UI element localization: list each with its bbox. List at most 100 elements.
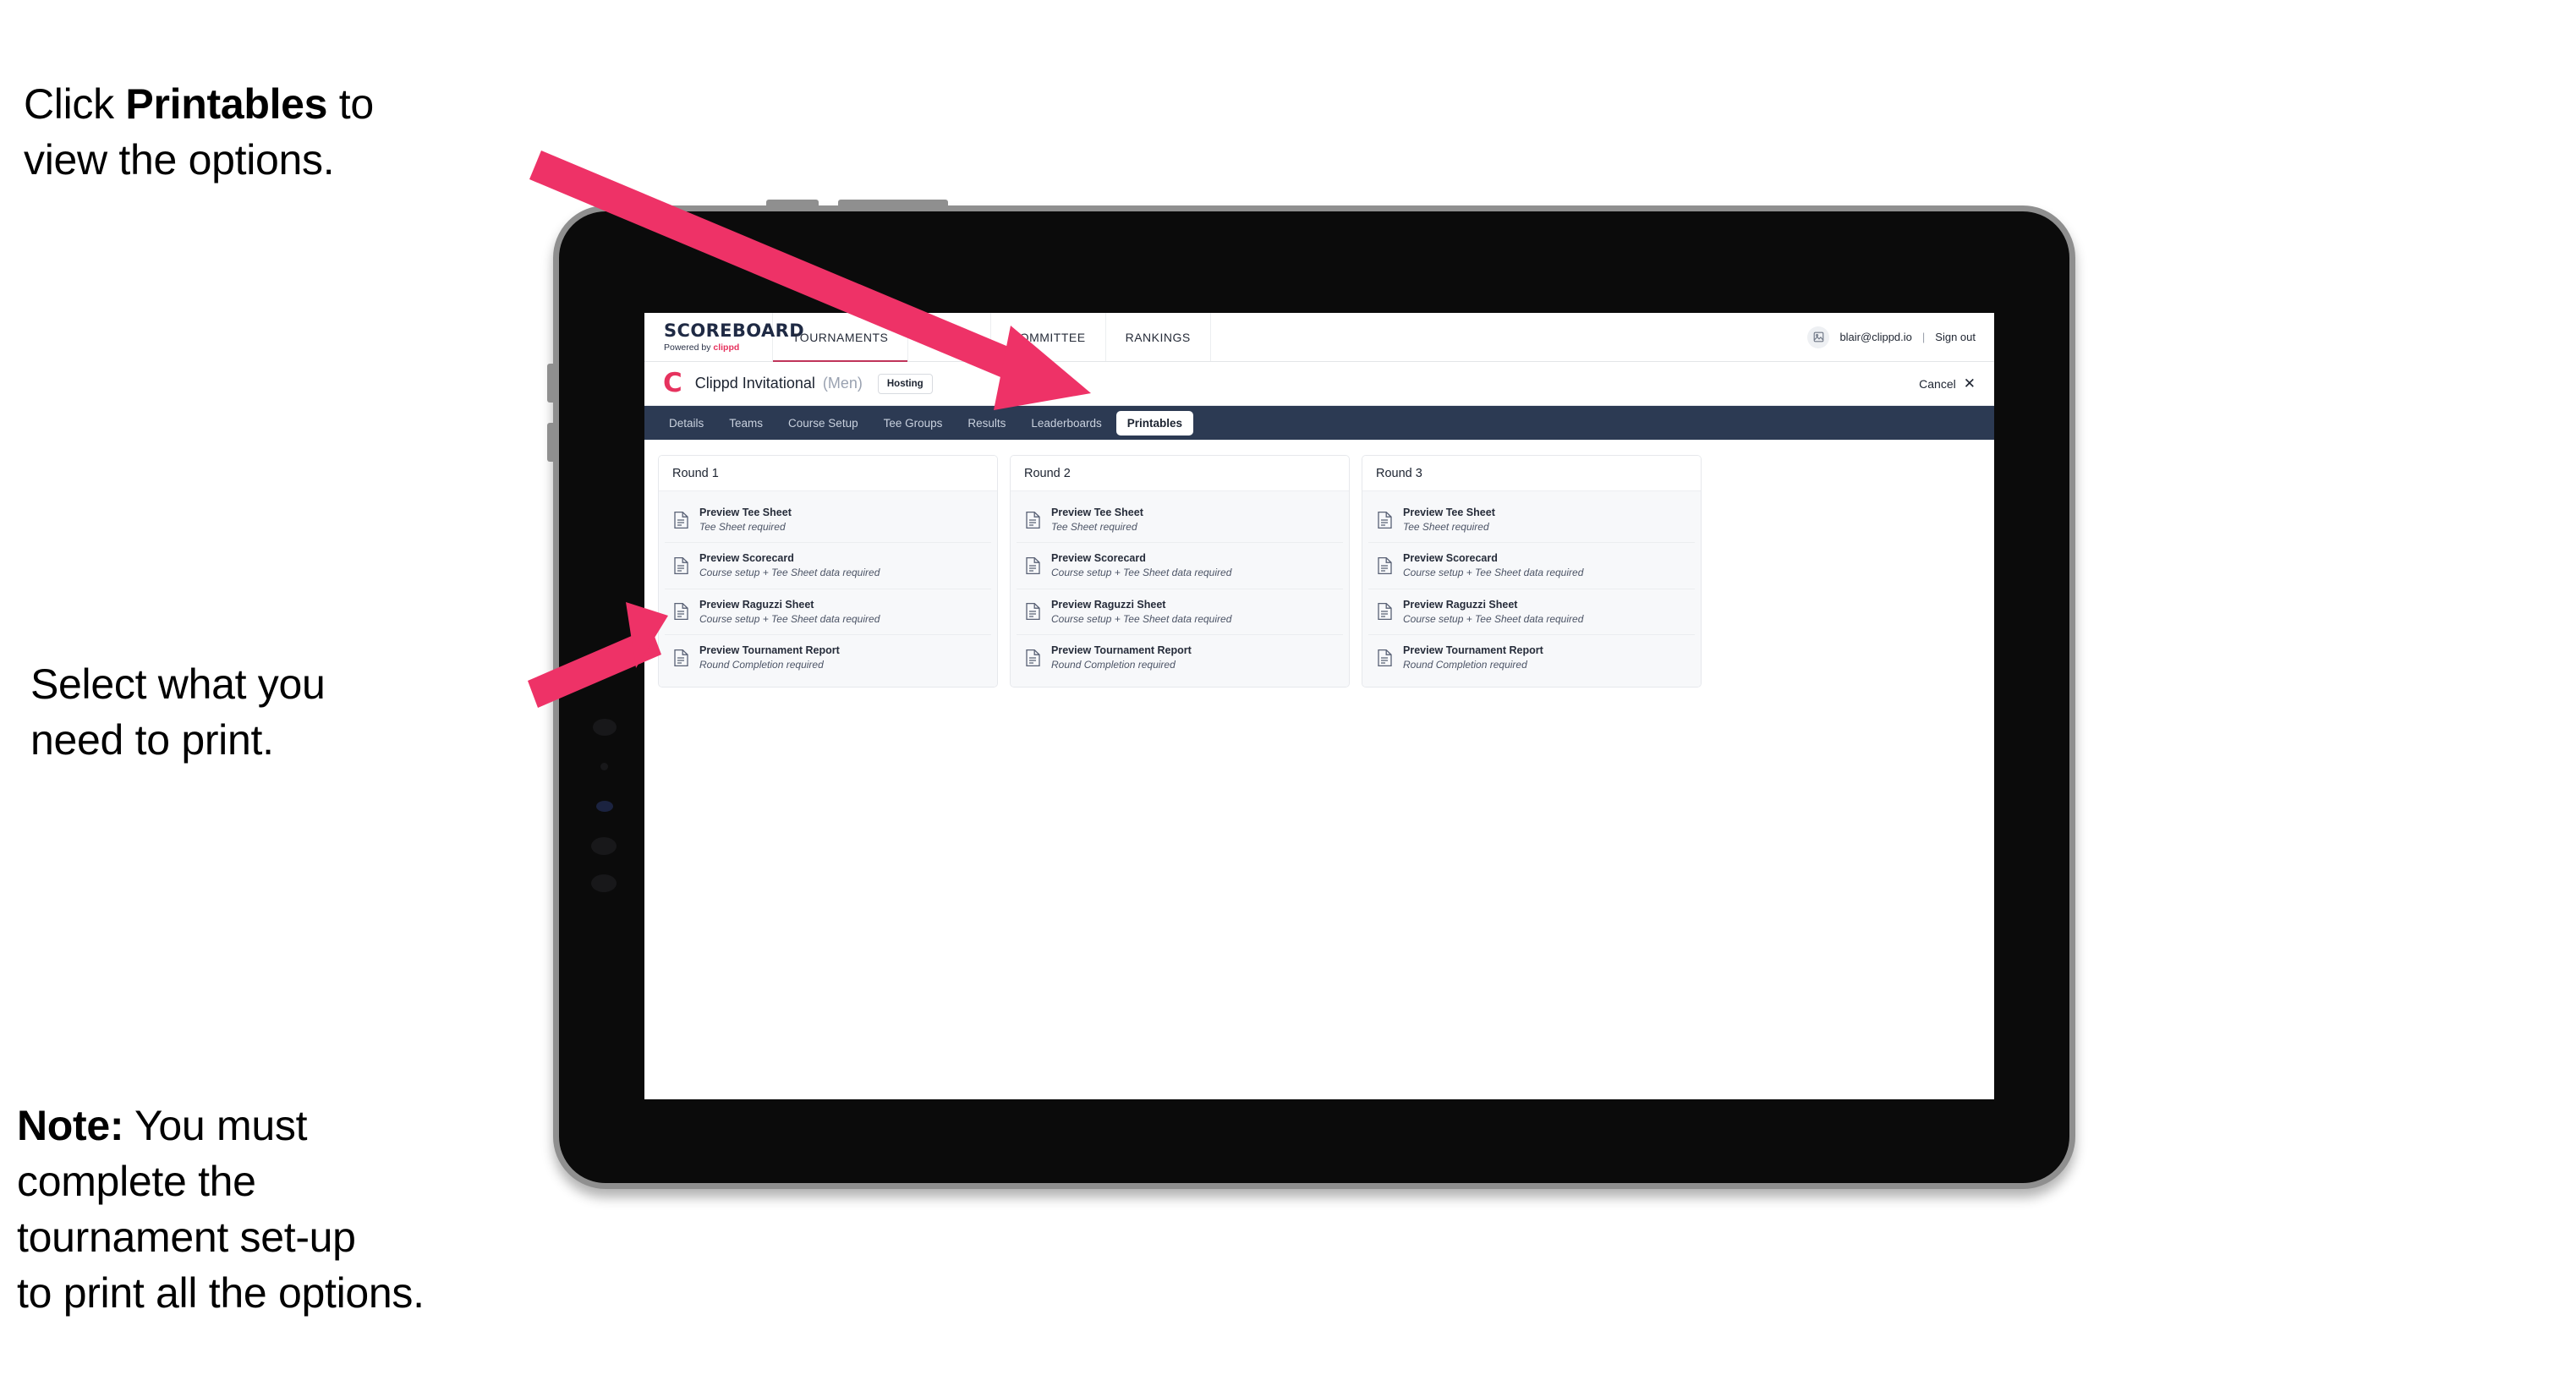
device-speaker-grille-3 xyxy=(591,874,617,892)
tab-leaderboards[interactable]: Leaderboards xyxy=(1020,411,1112,436)
scoreboard-logo[interactable]: SCOREBOARD Powered by clippd xyxy=(644,313,804,361)
nav-item-teams[interactable]: TEAMS xyxy=(908,313,992,361)
screenshot-root: Click Printables to view the options. Se… xyxy=(0,0,2576,1386)
tab-tee-groups[interactable]: Tee Groups xyxy=(873,411,954,436)
printable-item-tournament-report[interactable]: Preview Tournament Report Round Completi… xyxy=(665,635,991,681)
document-icon xyxy=(1025,602,1041,621)
printable-item-tournament-report[interactable]: Preview Tournament Report Round Completi… xyxy=(1017,635,1343,681)
tournament-header: C Clippd Invitational (Men) Hosting Canc… xyxy=(644,362,1994,406)
printable-title: Preview Tournament Report xyxy=(1051,644,1192,657)
printable-item-tournament-report[interactable]: Preview Tournament Report Round Completi… xyxy=(1368,635,1695,681)
device-speaker-grille-1 xyxy=(593,719,617,736)
powered-by-brand: clippd xyxy=(713,342,740,353)
user-avatar-icon[interactable] xyxy=(1807,326,1830,348)
document-icon xyxy=(1377,649,1393,667)
printable-item-tee-sheet[interactable]: Preview Tee Sheet Tee Sheet required xyxy=(1017,497,1343,544)
nav-item-committee[interactable]: COMMITTEE xyxy=(991,313,1106,361)
printable-subtitle: Course setup + Tee Sheet data required xyxy=(699,567,880,579)
powered-by-text: Powered by xyxy=(664,342,714,353)
device-volume-up-button xyxy=(547,364,556,403)
tab-details[interactable]: Details xyxy=(658,411,715,436)
round-title: Round 2 xyxy=(1011,456,1349,491)
close-icon: ✕ xyxy=(1963,375,1976,392)
printable-item-tee-sheet[interactable]: Preview Tee Sheet Tee Sheet required xyxy=(665,497,991,544)
printable-subtitle: Course setup + Tee Sheet data required xyxy=(1403,567,1584,579)
printable-subtitle: Round Completion required xyxy=(1051,659,1176,671)
printable-subtitle: Course setup + Tee Sheet data required xyxy=(1403,612,1584,625)
annotation-note-label: Note: xyxy=(17,1102,124,1149)
document-icon xyxy=(1377,556,1393,575)
document-icon xyxy=(673,556,689,575)
cancel-button[interactable]: Cancel ✕ xyxy=(1919,376,1976,391)
app-header-bar: SCOREBOARD Powered by clippd TOURNAMENTS… xyxy=(644,313,1994,362)
annotation-select-to-print: Select what you need to print. xyxy=(30,660,326,764)
printable-title: Preview Tee Sheet xyxy=(1051,507,1143,518)
round-items-list: Preview Tee Sheet Tee Sheet required Pre… xyxy=(1362,491,1701,687)
document-icon xyxy=(1025,511,1041,529)
status-badge: Hosting xyxy=(877,373,933,394)
account-area: blair@clippd.io | Sign out xyxy=(1807,313,1994,361)
round-card: Round 1 Preview Tee Sheet Tee Sheet requ… xyxy=(658,455,998,688)
printable-title: Preview Tee Sheet xyxy=(1403,507,1495,518)
clippd-logo-icon: C xyxy=(663,368,682,398)
printable-title: Preview Scorecard xyxy=(1051,552,1146,565)
printable-title: Preview Raguzzi Sheet xyxy=(1051,598,1166,611)
tab-printables[interactable]: Printables xyxy=(1115,410,1194,436)
nav-item-rankings[interactable]: RANKINGS xyxy=(1106,313,1211,361)
round-items-list: Preview Tee Sheet Tee Sheet required Pre… xyxy=(1011,491,1349,687)
annotation-1-bold: Printables xyxy=(125,80,328,128)
device-microphone xyxy=(600,763,608,770)
nav-item-tournaments[interactable]: TOURNAMENTS xyxy=(773,313,909,362)
printable-title: Preview Raguzzi Sheet xyxy=(1403,598,1518,611)
document-icon xyxy=(1377,511,1393,529)
printable-subtitle: Round Completion required xyxy=(699,659,824,671)
device-volume-down-button xyxy=(547,423,556,462)
round-title: Round 1 xyxy=(659,456,997,491)
printable-item-raguzzi-sheet[interactable]: Preview Raguzzi Sheet Course setup + Tee… xyxy=(1017,589,1343,636)
tab-results[interactable]: Results xyxy=(956,411,1017,436)
printable-subtitle: Tee Sheet required xyxy=(1051,521,1137,533)
round-card: Round 2 Preview Tee Sheet Tee Sheet requ… xyxy=(1010,455,1350,688)
document-icon xyxy=(1377,602,1393,621)
printable-title: Preview Scorecard xyxy=(1403,552,1498,565)
tab-teams[interactable]: Teams xyxy=(718,411,774,436)
printable-item-raguzzi-sheet[interactable]: Preview Raguzzi Sheet Course setup + Tee… xyxy=(1368,589,1695,636)
printable-item-raguzzi-sheet[interactable]: Preview Raguzzi Sheet Course setup + Tee… xyxy=(665,589,991,636)
primary-navigation: TOURNAMENTS TEAMS COMMITTEE RANKINGS xyxy=(773,313,1211,362)
document-icon xyxy=(673,602,689,621)
printable-subtitle: Tee Sheet required xyxy=(699,521,786,533)
printable-item-scorecard[interactable]: Preview Scorecard Course setup + Tee She… xyxy=(1017,543,1343,589)
printable-title: Preview Raguzzi Sheet xyxy=(699,598,814,611)
document-icon xyxy=(673,649,689,667)
device-speaker-grille-2 xyxy=(591,837,617,855)
document-icon xyxy=(1025,556,1041,575)
user-email-label: blair@clippd.io xyxy=(1839,331,1912,343)
annotation-click-printables: Click Printables to view the options. xyxy=(24,20,582,188)
browser-viewport: SCOREBOARD Powered by clippd TOURNAMENTS… xyxy=(644,313,1994,1099)
printable-subtitle: Course setup + Tee Sheet data required xyxy=(1051,612,1232,625)
cancel-button-label: Cancel xyxy=(1919,376,1956,391)
tab-course-setup[interactable]: Course Setup xyxy=(777,411,869,436)
printable-subtitle: Course setup + Tee Sheet data required xyxy=(699,612,880,625)
printable-item-scorecard[interactable]: Preview Scorecard Course setup + Tee She… xyxy=(1368,543,1695,589)
printable-item-tee-sheet[interactable]: Preview Tee Sheet Tee Sheet required xyxy=(1368,497,1695,544)
printable-subtitle: Tee Sheet required xyxy=(1403,521,1489,533)
printables-content: Round 1 Preview Tee Sheet Tee Sheet requ… xyxy=(644,440,1994,703)
tournament-tab-strip: Details Teams Course Setup Tee Groups Re… xyxy=(644,406,1994,440)
printable-subtitle: Course setup + Tee Sheet data required xyxy=(1051,567,1232,579)
document-icon xyxy=(1025,649,1041,667)
round-card: Round 3 Preview Tee Sheet Tee Sheet requ… xyxy=(1362,455,1702,688)
sign-out-link[interactable]: Sign out xyxy=(1935,331,1976,343)
printable-subtitle: Round Completion required xyxy=(1403,659,1527,671)
tournament-category: (Men) xyxy=(822,375,863,392)
tournament-name: Clippd Invitational xyxy=(694,375,815,392)
tablet-device-frame: SCOREBOARD Powered by clippd TOURNAMENTS… xyxy=(547,200,2075,1189)
round-items-list: Preview Tee Sheet Tee Sheet required Pre… xyxy=(659,491,997,687)
brand-powered-by: Powered by clippd xyxy=(664,343,772,353)
printable-title: Preview Tournament Report xyxy=(1403,644,1543,657)
document-icon xyxy=(673,511,689,529)
account-separator: | xyxy=(1921,331,1926,343)
device-button-top-left xyxy=(766,200,819,208)
device-camera-lens xyxy=(596,801,613,812)
printable-item-scorecard[interactable]: Preview Scorecard Course setup + Tee She… xyxy=(665,543,991,589)
